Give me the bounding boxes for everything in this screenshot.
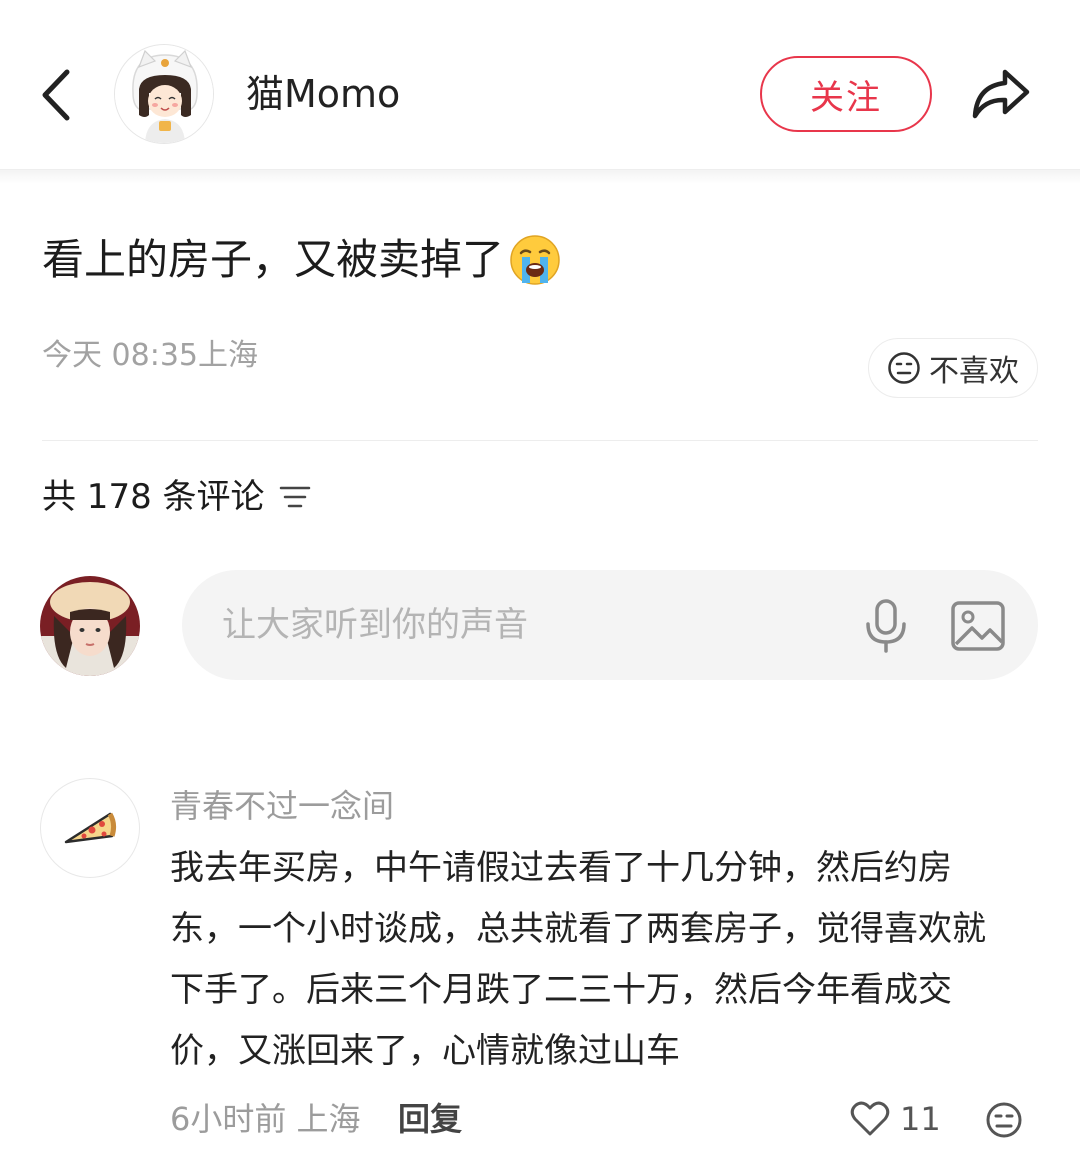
top-nav-bar: 猫Momo 关注: [0, 0, 1080, 170]
comment-input-placeholder: 让大家听到你的声音: [222, 605, 528, 645]
microphone-icon: [866, 599, 906, 653]
reply-button[interactable]: 回复: [398, 1096, 462, 1142]
comment-time-location: 6小时前 上海: [170, 1100, 361, 1138]
author-name[interactable]: 猫Momo: [246, 70, 400, 118]
dislike-button[interactable]: 不喜欢: [868, 338, 1038, 398]
share-button[interactable]: [964, 58, 1036, 130]
dislike-label: 不喜欢: [929, 354, 1019, 389]
current-user-avatar-image: [40, 576, 140, 676]
voice-input-button[interactable]: [858, 596, 914, 656]
follow-button[interactable]: 关注: [760, 56, 932, 132]
loudly-crying-face-emoji-icon: [510, 235, 560, 285]
author-avatar[interactable]: [114, 44, 214, 144]
commenter-avatar[interactable]: [40, 778, 140, 878]
neutral-face-icon: [986, 1102, 1022, 1138]
comment-body: 我去年买房，中午请假过去看了十几分钟，然后约房东，一个小时谈成，总共就看了两套房…: [170, 848, 986, 1071]
share-arrow-icon: [972, 69, 1030, 119]
back-button[interactable]: [30, 60, 82, 130]
neutral-face-icon: [888, 352, 920, 384]
author-avatar-image: [115, 45, 213, 143]
comment-username[interactable]: 青春不过一念间: [170, 784, 394, 828]
section-divider: [42, 440, 1038, 441]
header-divider: [0, 170, 1080, 184]
comment-count-label: 共 178 条评论: [42, 477, 265, 517]
image-icon: [951, 601, 1005, 651]
chevron-left-icon: [42, 69, 70, 121]
comment-count-row[interactable]: 共 178 条评论: [42, 474, 311, 520]
post-title: 看上的房子，又被卖掉了: [42, 228, 562, 292]
comment-input[interactable]: 让大家听到你的声音: [182, 570, 1038, 680]
post-meta: 今天 08:35上海: [42, 338, 258, 373]
heart-outline-icon: [850, 1101, 890, 1136]
post-title-text: 看上的房子，又被卖掉了: [42, 235, 505, 284]
sort-lines-icon[interactable]: [279, 483, 311, 511]
comment-dislike-button[interactable]: [982, 1098, 1026, 1142]
pizza-slice-icon: [64, 812, 117, 844]
current-user-avatar[interactable]: [40, 576, 140, 676]
image-upload-button[interactable]: [948, 596, 1008, 656]
like-button[interactable]: 11: [850, 1096, 941, 1142]
comment-footer: 6小时前 上海 回复 11: [170, 1096, 1038, 1142]
like-count: 11: [900, 1100, 941, 1138]
